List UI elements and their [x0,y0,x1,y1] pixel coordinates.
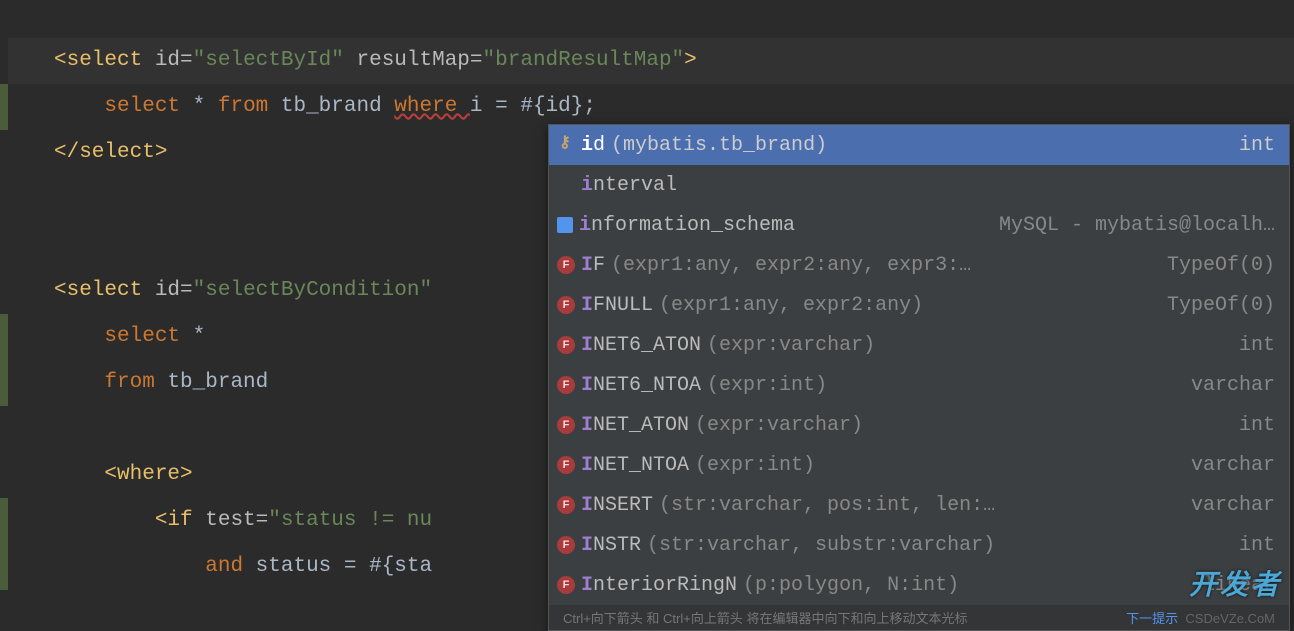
completion-signature: (expr1:any, expr2:any) [659,294,923,317]
completion-name: INSTR [581,534,641,557]
function-icon: F [557,256,575,274]
completion-type: MySQL - mybatis@localh… [999,214,1275,237]
completion-item[interactable]: F INET6_NTOA (expr:int) varchar [549,365,1289,405]
function-icon: F [557,416,575,434]
completion-signature: (expr:int) [707,374,827,397]
completion-signature: (str:varchar, pos:int, len:… [659,494,995,517]
completion-popup[interactable]: id (mybatis.tb_brand)intintervalinformat… [548,124,1290,631]
completion-name: INET6_ATON [581,334,701,357]
completion-name: IF [581,254,605,277]
completion-type: varchar [1191,454,1275,477]
completion-name: InteriorRingN [581,574,737,597]
completion-item[interactable]: F INSERT (str:varchar, pos:int, len:… varch… [549,485,1289,525]
completion-name: IFNULL [581,294,653,317]
function-icon: F [557,296,575,314]
function-icon: F [557,536,575,554]
completion-name: interval [581,174,677,197]
completion-signature: (str:varchar, substr:varchar) [647,534,995,557]
function-icon: F [557,456,575,474]
completion-extra: CSDeVZe.CoM [1185,611,1275,626]
completion-item[interactable]: F INSTR (str:varchar, substr:varchar) int [549,525,1289,565]
completion-signature: (expr:varchar) [695,414,863,437]
completion-item[interactable]: F IFNULL (expr1:any, expr2:any) TypeOf(0) [549,285,1289,325]
completion-signature: (p:polygon, N:int) [743,574,959,597]
completion-item[interactable]: information_schema MySQL - mybatis@localh… [549,205,1289,245]
completion-name: INET6_NTOA [581,374,701,397]
key-icon [557,136,575,154]
completion-item[interactable]: F INET_ATON (expr:varchar) int [549,405,1289,445]
completion-name: INET_ATON [581,414,689,437]
completion-hint-bar: Ctrl+向下箭头 和 Ctrl+向上箭头 将在编辑器中向下和向上移动文本光标 … [549,605,1289,630]
completion-type: int [1239,534,1275,557]
completion-name: INSERT [581,494,653,517]
completion-type: varchar [1191,374,1275,397]
completion-name: INET_NTOA [581,454,689,477]
function-icon: F [557,376,575,394]
schema-icon [557,217,573,233]
completion-item[interactable]: FInteriorRingN(p:polygon, N:int)linear [549,565,1289,605]
code-line: <select id="selectById" resultMap="brand… [8,38,1294,84]
completion-signature: (expr:varchar) [707,334,875,357]
completion-type: TypeOf(0) [1167,254,1275,277]
completion-item[interactable]: F IF (expr1:any, expr2:any, expr3:… TypeOf(… [549,245,1289,285]
completion-signature: (expr1:any, expr2:any, expr3:… [611,254,971,277]
watermark-text: 开发者 [1189,563,1282,603]
completion-item[interactable]: F INET6_ATON (expr:varchar) int [549,325,1289,365]
completion-hint-text: Ctrl+向下箭头 和 Ctrl+向上箭头 将在编辑器中向下和向上移动文本光标 [563,608,967,627]
completion-type: int [1239,334,1275,357]
completion-name: id [581,134,605,157]
function-icon: F [557,496,575,514]
completion-type: varchar [1191,494,1275,517]
completion-signature: (mybatis.tb_brand) [611,134,827,157]
function-icon: F [557,336,575,354]
completion-name: information_schema [579,214,795,237]
completion-signature: (expr:int) [695,454,815,477]
completion-item[interactable]: id (mybatis.tb_brand) int [549,125,1289,165]
completion-type: int [1239,414,1275,437]
completion-hint-link[interactable]: 下一提示 [1126,611,1178,626]
completion-type: TypeOf(0) [1167,294,1275,317]
function-icon: F [557,576,575,594]
completion-item[interactable]: interval [549,165,1289,205]
completion-item[interactable]: F INET_NTOA (expr:int) varchar [549,445,1289,485]
completion-type: int [1239,134,1275,157]
